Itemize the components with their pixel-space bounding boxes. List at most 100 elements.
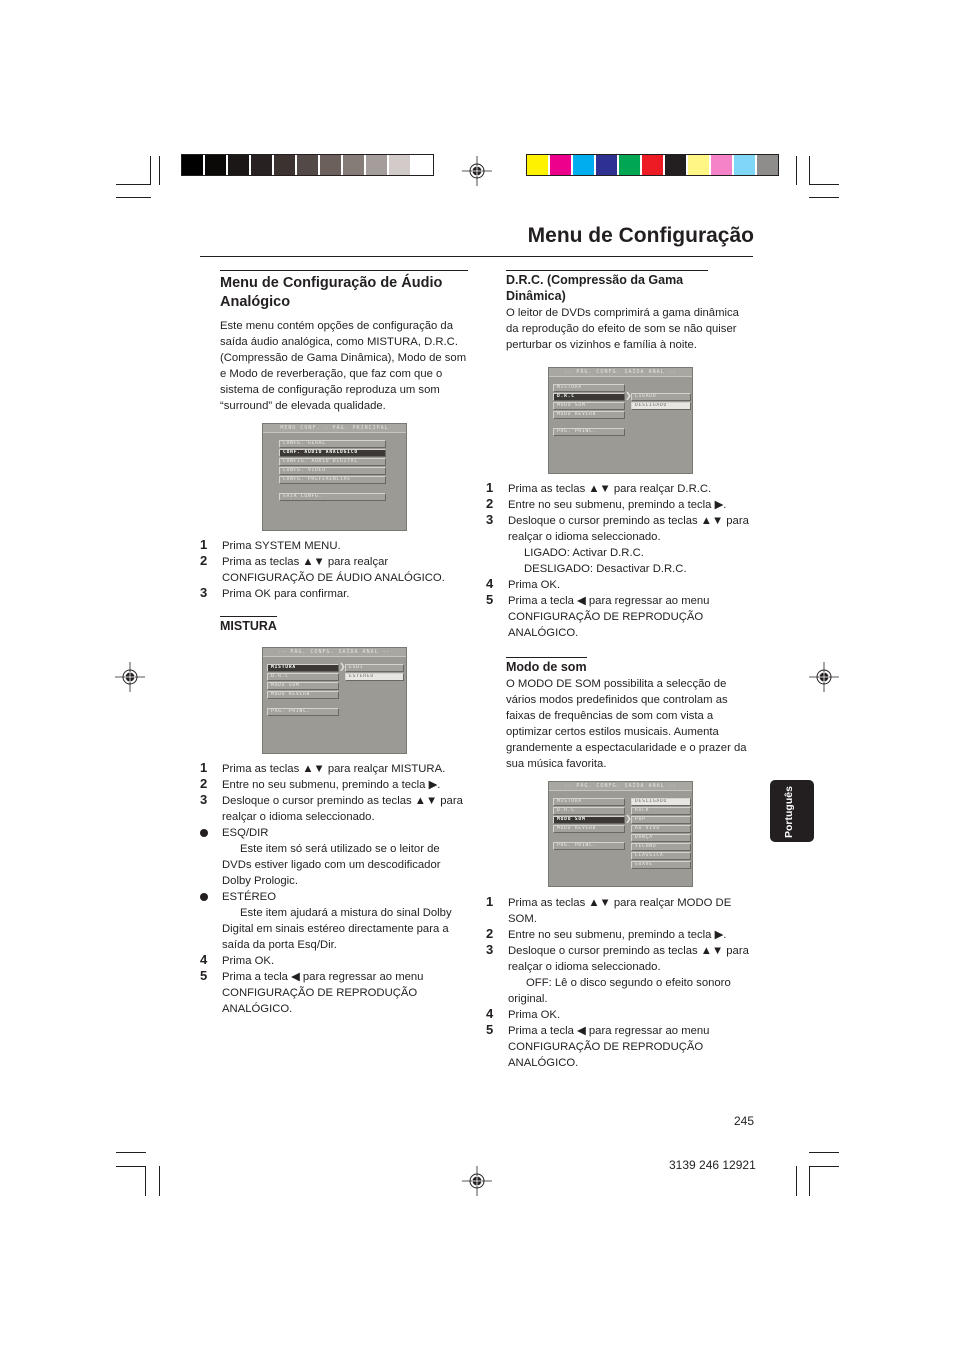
page-title: Menu de Configuração	[527, 224, 754, 247]
section-drc: D.R.C. (Compressão da Gama Dinâmica) O l…	[506, 270, 751, 353]
osd-item[interactable]: D.R.C	[267, 673, 339, 681]
osd-item[interactable]: CONFG. GERAL	[279, 440, 386, 448]
osd-submenu-item[interactable]: TECHNO	[631, 843, 691, 851]
color-swatch	[297, 155, 318, 175]
step-item: 2 Entre no seu submenu, premindo a tecla …	[486, 926, 727, 941]
step-item: 3 Desloque o cursor premindo as teclas ▲▼…	[486, 512, 749, 543]
option-description: DESLIGADO: Desactivar D.R.C.	[524, 563, 687, 575]
osd-submenu-item[interactable]: ESDI	[345, 664, 404, 672]
step-item: 4 Prima OK.	[200, 952, 275, 967]
mistura-heading-wrap: MISTURA	[220, 616, 277, 635]
modo-som-steps: 1 Prima as teclas ▲▼ para realçar MODO DE…	[486, 894, 754, 1071]
osd-submenu-item[interactable]: AO VIVO	[631, 825, 691, 833]
osd-modo-som-screen: -- PÁG. CONFG. SAÍDA ANAL -- MISTURA D.R…	[548, 781, 693, 887]
color-swatch	[228, 155, 249, 175]
step-item: 2 Entre no seu submenu, premindo a tecla …	[200, 776, 441, 791]
cmyk-color-bar	[526, 154, 779, 176]
color-swatch	[757, 155, 778, 175]
title-divider	[200, 256, 753, 257]
step-item: 1 Prima as teclas ▲▼ para realçar MODO DE…	[486, 894, 732, 925]
step-item: 2 Prima as teclas ▲▼ para realçar CONFIGU…	[200, 553, 445, 584]
step-item: 1 Prima as teclas ▲▼ para realçar MISTURA…	[200, 760, 446, 775]
color-swatch	[527, 155, 548, 175]
color-swatch	[320, 155, 341, 175]
steps-intro: 1 Prima SYSTEM MENU. 2 Prima as teclas ▲▼ …	[200, 537, 468, 602]
color-swatch	[251, 155, 272, 175]
section-intro: Este menu contém opções de configuração …	[220, 320, 467, 412]
option-description: OFF: Lê o disco segundo o efeito sonoro …	[508, 977, 731, 1005]
step-item: 3 Desloque o cursor premindo as teclas ▲▼…	[200, 792, 463, 823]
osd-item[interactable]: CONFG. PREFERÊNCIAS	[279, 476, 386, 484]
section-analog-audio: Menu de Configuração de Áudio Analógico …	[220, 270, 468, 414]
osd-main-menu-screen: MENU CONF. - PÁG. PRINCIPAL CONFG. GERAL…	[262, 423, 407, 531]
osd-item-selected[interactable]: CONF. ÁUDIO ANALÓGICO	[279, 449, 386, 457]
color-swatch	[688, 155, 709, 175]
osd-item-selected[interactable]: D.R.C	[553, 393, 625, 401]
bullet-description: Este item só será utilizado se o leitor …	[222, 843, 441, 887]
drc-heading: D.R.C. (Compressão da Gama Dinâmica)	[506, 270, 708, 304]
osd-drc-screen: -- PÁG. CONFG. SAÍDA ANAL -- MISTURA D.R…	[548, 367, 693, 474]
color-swatch	[274, 155, 295, 175]
osd-submenu-item[interactable]: ESTÉREO	[345, 673, 404, 681]
color-swatch	[734, 155, 755, 175]
step-item: 4 Prima OK.	[486, 576, 561, 591]
osd-item[interactable]: CONFIG. ÁUDIO DIGITAL	[279, 458, 386, 466]
osd-header: -- PÁG. CONFG. SAÍDA ANAL --	[549, 368, 692, 377]
color-swatch	[412, 155, 433, 175]
osd-submenu-item[interactable]: ROCK	[631, 807, 691, 815]
section-modo-som: Modo de som O MODO DE SOM possibilita a …	[506, 657, 751, 772]
registration-mark-icon	[115, 662, 145, 692]
osd-back-item[interactable]: PÁG. PRINC.	[267, 708, 339, 716]
osd-header: -- PÁG. CONFG. SAÍDA ANAL --	[263, 648, 406, 657]
color-swatch	[642, 155, 663, 175]
osd-item[interactable]: MISTURA	[553, 798, 625, 806]
step-item: 5 Prima a tecla ◀ para regressar ao menu …	[486, 592, 710, 639]
osd-submenu-item[interactable]: POP	[631, 816, 691, 824]
osd-submenu-item[interactable]: SUAVE	[631, 861, 691, 869]
osd-submenu-item[interactable]: DESLIGADO	[631, 402, 691, 410]
osd-item[interactable]: MODO SOM	[267, 682, 339, 690]
step-item: 3 Prima OK para confirmar.	[200, 585, 350, 600]
color-swatch	[665, 155, 686, 175]
mistura-steps: 1 Prima as teclas ▲▼ para realçar MISTURA…	[200, 760, 468, 1017]
osd-submenu-item[interactable]: DESLIGADO	[631, 798, 691, 806]
osd-item[interactable]: MODO SOM	[553, 402, 625, 410]
step-item: 1 Prima SYSTEM MENU.	[200, 537, 341, 552]
step-item: 3 Desloque o cursor premindo as teclas ▲▼…	[486, 942, 749, 973]
osd-item[interactable]: MODO REVERB	[267, 691, 339, 699]
option-description: LIGADO: Activar D.R.C.	[524, 547, 644, 559]
osd-item[interactable]: CONFG. VÍDEO	[279, 467, 386, 475]
grayscale-color-bar	[181, 154, 434, 176]
document-number: 3139 246 12921	[669, 1158, 756, 1172]
osd-item[interactable]: MISTURA	[553, 384, 625, 392]
language-tab: Português	[770, 780, 814, 842]
registration-mark-icon	[462, 156, 492, 186]
osd-item-selected[interactable]: MISTURA	[267, 664, 339, 672]
drc-intro: O leitor de DVDs comprimirá a gama dinâm…	[506, 307, 739, 351]
osd-item[interactable]: MODO REVERB	[553, 411, 625, 419]
osd-back-item[interactable]: PÁG. PRINC.	[553, 842, 625, 850]
color-swatch	[619, 155, 640, 175]
modo-som-intro: O MODO DE SOM possibilita a selecção de …	[506, 678, 747, 770]
mistura-heading: MISTURA	[220, 616, 277, 634]
osd-header: -- PÁG. CONFG. SAÍDA ANAL --	[549, 782, 692, 791]
color-swatch	[182, 155, 203, 175]
color-swatch	[366, 155, 387, 175]
color-swatch	[205, 155, 226, 175]
bullet-item: ESQ/DIR	[200, 825, 468, 841]
step-item: 5 Prima a tecla ◀ para regressar ao menu …	[200, 968, 424, 1015]
step-item: 1 Prima as teclas ▲▼ para realçar D.R.C.	[486, 480, 712, 495]
osd-back-item[interactable]: PÁG. PRINC.	[553, 428, 625, 436]
page-number: 245	[734, 1114, 755, 1128]
color-swatch	[573, 155, 594, 175]
osd-submenu-item[interactable]: DANÇA	[631, 834, 691, 842]
osd-item[interactable]: D.R.C	[553, 807, 625, 815]
step-item: 4 Prima OK.	[486, 1006, 561, 1021]
bullet-icon	[200, 829, 208, 837]
osd-submenu-item[interactable]: LIGADO	[631, 393, 691, 401]
color-swatch	[343, 155, 364, 175]
osd-submenu-item[interactable]: CLÁSSICA	[631, 852, 691, 860]
osd-exit-item[interactable]: SAIR CONFG.	[279, 493, 386, 501]
osd-item-selected[interactable]: MODO SOM	[553, 816, 625, 824]
osd-item[interactable]: MODO REVERB	[553, 825, 625, 833]
